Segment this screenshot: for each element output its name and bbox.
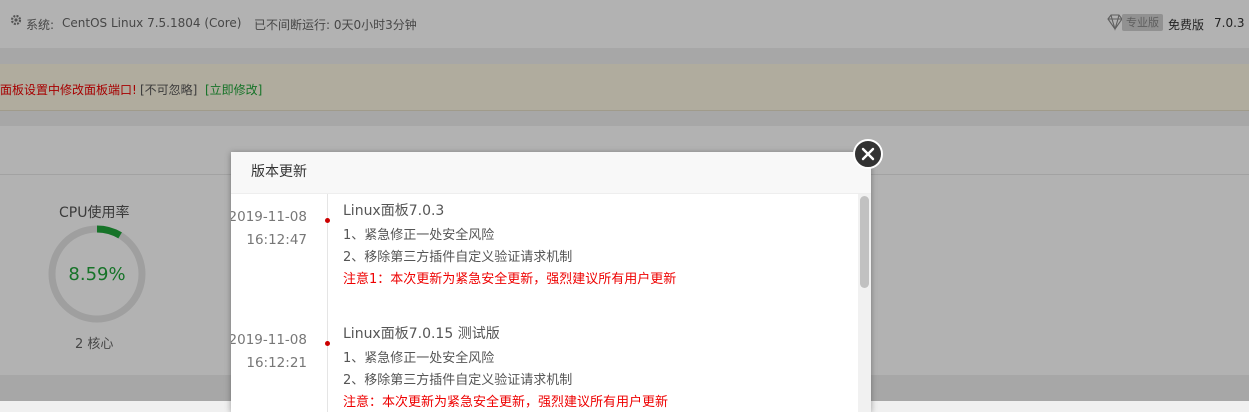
version-update-modal: 版本更新 2019-11-08 16:12:47 Linux面板7.0.3 1、… (231, 152, 871, 412)
entry-date: 2019-11-08 (231, 332, 307, 348)
changelog-timeline: 2019-11-08 16:12:47 Linux面板7.0.3 1、紧急修正一… (231, 194, 858, 412)
entry-title: Linux面板7.0.3 (343, 203, 445, 219)
modal-title: 版本更新 (231, 152, 871, 194)
entry-time: 16:12:21 (246, 355, 307, 371)
scrollbar-thumb[interactable] (860, 196, 869, 288)
entry-line: 1、紧急修正一处安全风险 (343, 351, 495, 366)
entry-time: 16:12:47 (246, 232, 307, 248)
timeline-line (327, 194, 328, 412)
entry-title: Linux面板7.0.15 测试版 (343, 326, 500, 342)
modal-scrollbar[interactable] (858, 194, 871, 412)
entry-note: 注意1：本次更新为紧急安全更新，强烈建议所有用户更新 (343, 272, 677, 287)
entry-line: 2、移除第三方插件自定义验证请求机制 (343, 373, 573, 388)
timeline-dot (325, 218, 330, 223)
entry-line: 2、移除第三方插件自定义验证请求机制 (343, 250, 573, 265)
modal-close-button[interactable] (853, 139, 883, 169)
timeline-dot (325, 341, 330, 346)
entry-line: 1、紧急修正一处安全风险 (343, 228, 495, 243)
entry-date: 2019-11-08 (231, 209, 307, 225)
close-icon (861, 147, 875, 161)
